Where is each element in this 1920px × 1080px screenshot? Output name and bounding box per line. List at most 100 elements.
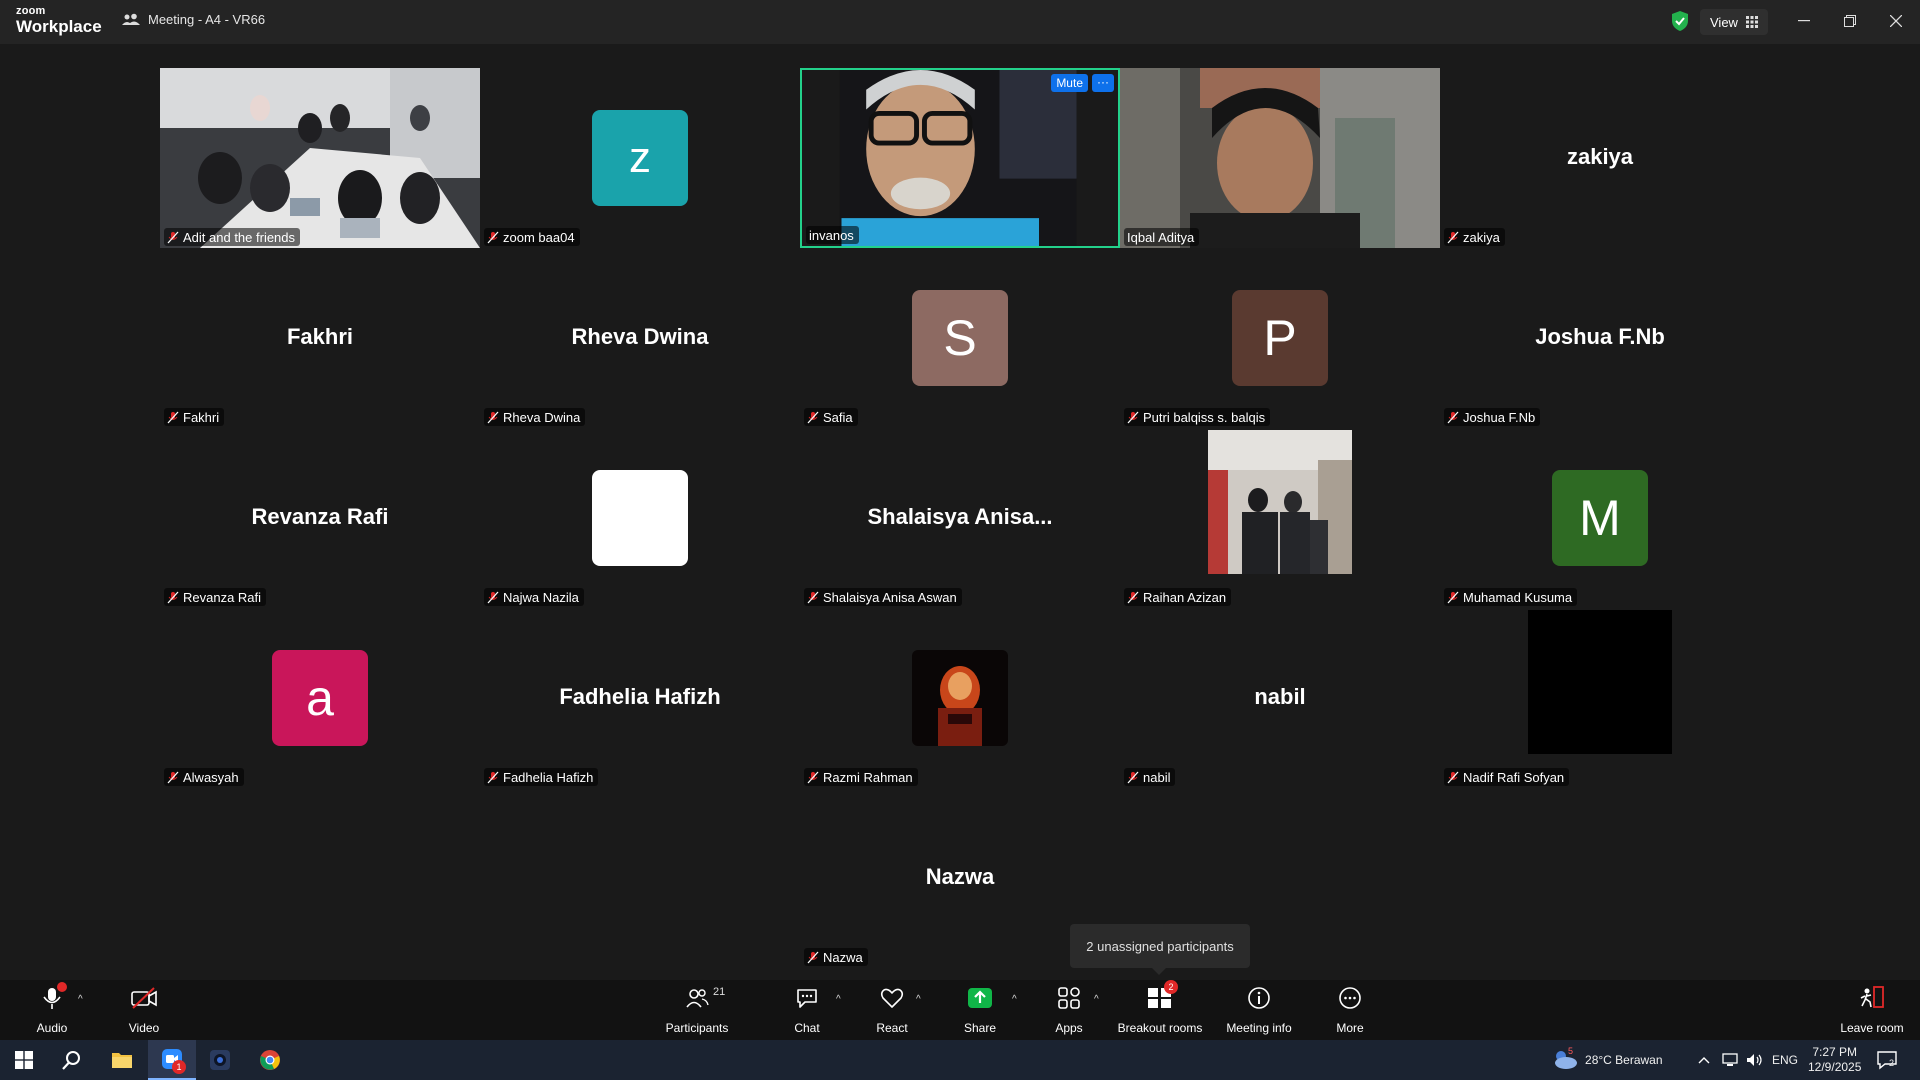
participant-nametag: Fadhelia Hafizh	[484, 768, 599, 786]
tile-more-options-button[interactable]: ···	[1092, 74, 1114, 92]
video-tile-invanos[interactable]: Mute ··· invanos	[800, 68, 1120, 248]
react-button[interactable]: React	[874, 984, 910, 1036]
encryption-shield-icon[interactable]	[1670, 10, 1690, 32]
leave-room-button[interactable]: Leave room	[1838, 984, 1906, 1036]
notification-icon	[1877, 1051, 1897, 1070]
notifications-button[interactable]: 2	[1876, 1040, 1903, 1080]
more-button[interactable]: More	[1332, 984, 1368, 1036]
participant-avatar: M	[1552, 470, 1648, 566]
video-tile-joshua[interactable]: Joshua F.Nb Joshua F.Nb	[1440, 248, 1760, 428]
search-button[interactable]	[48, 1040, 96, 1080]
info-icon	[1248, 987, 1270, 1009]
audio-options-caret[interactable]: ^	[78, 994, 83, 1005]
video-tile-raihan[interactable]: Raihan Azizan	[1120, 428, 1440, 608]
participants-count: 21	[713, 986, 726, 998]
video-tile-fakhri[interactable]: Fakhri Fakhri	[160, 248, 480, 428]
mic-muted-icon	[1127, 591, 1139, 603]
view-button[interactable]: View	[1700, 9, 1768, 35]
participant-avatar: S	[912, 290, 1008, 386]
more-icon	[1339, 987, 1361, 1009]
video-tile-najwa[interactable]: Najwa Nazila	[480, 428, 800, 608]
participant-display-name: nabil	[1254, 684, 1306, 709]
chat-button[interactable]: Chat	[790, 984, 824, 1036]
video-button[interactable]: Video	[126, 984, 162, 1036]
mute-participant-button[interactable]: Mute	[1051, 74, 1088, 92]
breakout-tooltip: 2 unassigned participants	[1070, 924, 1250, 975]
show-hidden-icons-button[interactable]	[1698, 1040, 1710, 1080]
react-options-caret[interactable]: ^	[916, 994, 921, 1005]
video-tile-safia[interactable]: S Safia	[800, 248, 1120, 428]
breakout-rooms-button[interactable]: 2 Breakout rooms	[1114, 980, 1206, 1036]
participant-avatar: P	[1232, 290, 1328, 386]
participant-display-name: Fadhelia Hafizh	[559, 684, 721, 709]
participant-avatar: z	[592, 110, 688, 206]
participant-display-name: Fakhri	[286, 324, 354, 349]
video-tile-zoom-baa04[interactable]: z zoom baa04	[480, 68, 800, 248]
chrome-button[interactable]	[246, 1040, 294, 1080]
video-tile-revanza[interactable]: Revanza Rafi Revanza Rafi	[160, 428, 480, 608]
network-icon	[1722, 1053, 1738, 1066]
meeting-title[interactable]: Meeting - A4 - VR66	[122, 12, 265, 27]
restore-button[interactable]	[1832, 8, 1868, 34]
video-tile-muhamad[interactable]: M Muhamad Kusuma	[1440, 428, 1760, 608]
chevron-up-icon	[1698, 1057, 1710, 1064]
close-button[interactable]	[1878, 8, 1914, 34]
minimize-button[interactable]	[1786, 8, 1822, 34]
chat-icon	[797, 989, 817, 1008]
meeting-info-button[interactable]: Meeting info	[1222, 984, 1296, 1036]
mic-muted-icon	[167, 231, 179, 243]
participant-video	[1120, 68, 1440, 248]
zoom-taskbar-badge: 1	[172, 1060, 186, 1074]
video-tile-nadif[interactable]: Nadif Rafi Sofyan	[1440, 608, 1760, 788]
participant-nametag: Muhamad Kusuma	[1444, 588, 1578, 606]
network-icon-button[interactable]	[1722, 1040, 1738, 1080]
video-tile-putri[interactable]: P Putri balqiss s. balqis	[1120, 248, 1440, 428]
breakout-badge: 2	[1164, 980, 1178, 994]
mic-muted-icon	[167, 771, 179, 783]
start-button[interactable]	[0, 1040, 48, 1080]
zoom-logo: zoom Workplace	[16, 5, 102, 36]
video-tile-iqbal[interactable]: Iqbal Aditya	[1120, 68, 1440, 248]
participant-display-name: Nazwa	[925, 864, 995, 889]
mic-muted-icon	[807, 951, 819, 963]
participant-nametag: Nadif Rafi Sofyan	[1444, 768, 1570, 786]
video-tile-nabil[interactable]: nabil nabil	[1120, 608, 1440, 788]
apps-options-caret[interactable]: ^	[1094, 994, 1099, 1005]
video-tile-rheva[interactable]: Rheva Dwina Rheva Dwina	[480, 248, 800, 428]
clock[interactable]: 7:27 PM 12/9/2025	[1808, 1040, 1861, 1080]
participant-display-name: Joshua F.Nb	[1535, 324, 1665, 349]
participants-button[interactable]: 21 Participants	[664, 984, 730, 1036]
volume-icon-button[interactable]	[1746, 1040, 1764, 1080]
close-icon	[1890, 15, 1902, 27]
mic-muted-icon	[487, 591, 499, 603]
participant-display-name: Shalaisya Anisa...	[867, 504, 1053, 529]
video-tile-razmi[interactable]: Razmi Rahman	[800, 608, 1120, 788]
apps-button[interactable]: Apps	[1052, 984, 1086, 1036]
search-icon	[62, 1051, 80, 1070]
zoom-taskbar-button[interactable]: 1	[148, 1040, 196, 1080]
share-options-caret[interactable]: ^	[1012, 994, 1017, 1005]
chat-options-caret[interactable]: ^	[836, 994, 841, 1005]
mic-muted-icon	[807, 411, 819, 423]
audio-button[interactable]: Audio	[34, 982, 70, 1036]
participant-nametag: zoom baa04	[484, 228, 580, 246]
participant-nametag: Nazwa	[804, 948, 868, 966]
audio-alert-badge	[57, 982, 67, 992]
video-off-icon	[131, 987, 157, 1009]
grid-icon	[1745, 16, 1758, 28]
meeting-toolbar: Audio ^ Video 21 Participants Chat ^ Rea…	[0, 980, 1920, 1040]
input-language[interactable]: ENG	[1772, 1040, 1798, 1080]
file-explorer-button[interactable]	[98, 1040, 146, 1080]
weather-widget[interactable]: 5 28°C Berawan	[1552, 1040, 1663, 1080]
video-tile-alwasyah[interactable]: a Alwasyah	[160, 608, 480, 788]
video-tile-zakiya[interactable]: zakiya zakiya	[1440, 68, 1760, 248]
participant-nametag: Shalaisya Anisa Aswan	[804, 588, 962, 606]
participant-nametag: Adit and the friends	[164, 228, 301, 246]
video-tile-fadhelia[interactable]: Fadhelia Hafizh Fadhelia Hafizh	[480, 608, 800, 788]
video-tile-shalaisya[interactable]: Shalaisya Anisa... Shalaisya Anisa Aswan	[800, 428, 1120, 608]
share-button[interactable]: Share	[962, 984, 998, 1036]
participant-nametag: zakiya	[1444, 228, 1505, 246]
windows-logo-icon	[15, 1051, 33, 1069]
video-tile-adit[interactable]: Adit and the friends	[160, 68, 480, 248]
camera-app-button[interactable]	[196, 1040, 244, 1080]
